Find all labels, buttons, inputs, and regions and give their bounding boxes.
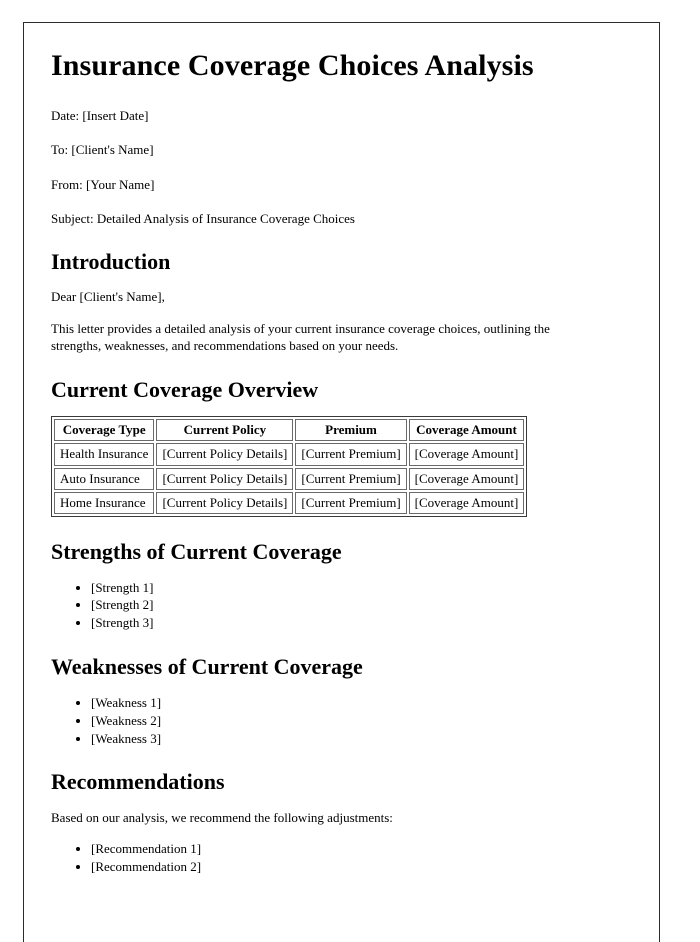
cell-coverage-amount: [Coverage Amount] — [408, 491, 525, 515]
section-heading-coverage-overview: Current Coverage Overview — [51, 376, 319, 402]
cell-coverage-amount: [Coverage Amount] — [408, 467, 525, 490]
list-item: [Strength 1] — [91, 579, 623, 597]
cell-coverage-type: Health Insurance — [54, 443, 155, 466]
section-heading-weaknesses: Weaknesses of Current Coverage — [51, 654, 363, 680]
page-title: Insurance Coverage Choices Analysis — [51, 49, 534, 82]
coverage-table-head: Coverage Type Current Policy Premium Cov… — [54, 419, 525, 442]
cell-premium: [Current Premium] — [295, 443, 407, 466]
table-header-row: Coverage Type Current Policy Premium Cov… — [54, 419, 525, 442]
coverage-table-body: Health Insurance [Current Policy Details… — [54, 443, 525, 515]
cell-coverage-type: Home Insurance — [54, 491, 155, 515]
cell-premium: [Current Premium] — [295, 491, 407, 515]
column-header-coverage-amount: Coverage Amount — [408, 419, 525, 442]
recommendations-list: [Recommendation 1] [Recommendation 2] — [51, 840, 623, 876]
list-item: [Strength 3] — [91, 614, 623, 632]
recommendations-intro: Based on our analysis, we recommend the … — [51, 809, 393, 825]
meta-recipient: To: [Client's Name] — [51, 142, 154, 158]
document-page: Insurance Coverage Choices Analysis Date… — [23, 22, 660, 942]
section-heading-recommendations: Recommendations — [51, 769, 225, 795]
list-item: [Weakness 3] — [91, 730, 623, 748]
table-row: Home Insurance [Current Policy Details] … — [54, 491, 525, 515]
list-item: [Recommendation 2] — [91, 858, 623, 876]
weaknesses-list: [Weakness 1] [Weakness 2] [Weakness 3] — [51, 694, 623, 748]
column-header-coverage-type: Coverage Type — [54, 419, 155, 442]
column-header-current-policy: Current Policy — [156, 419, 294, 442]
cell-current-policy: [Current Policy Details] — [156, 467, 294, 490]
column-header-premium: Premium — [295, 419, 407, 442]
table-row: Auto Insurance [Current Policy Details] … — [54, 467, 525, 490]
meta-date: Date: [Insert Date] — [51, 108, 149, 123]
cell-coverage-amount: [Coverage Amount] — [408, 443, 525, 466]
section-heading-introduction: Introduction — [51, 249, 171, 274]
coverage-table: Coverage Type Current Policy Premium Cov… — [51, 416, 528, 518]
salutation-text: Dear [Client's Name], — [51, 289, 165, 305]
strengths-list: [Strength 1] [Strength 2] [Strength 3] — [51, 579, 623, 633]
introduction-paragraph: This letter provides a detailed analysis… — [51, 320, 550, 354]
cell-current-policy: [Current Policy Details] — [156, 491, 294, 515]
list-item: [Recommendation 1] — [91, 840, 623, 858]
meta-subject: Subject: Detailed Analysis of Insurance … — [51, 210, 355, 226]
list-item: [Weakness 1] — [91, 694, 623, 712]
cell-current-policy: [Current Policy Details] — [156, 443, 294, 466]
list-item: [Strength 2] — [91, 596, 623, 614]
cell-premium: [Current Premium] — [295, 467, 407, 490]
document-body: Insurance Coverage Choices Analysis Date… — [24, 23, 659, 876]
meta-sender: From: [Your Name] — [51, 176, 155, 192]
list-item: [Weakness 2] — [91, 712, 623, 730]
table-row: Health Insurance [Current Policy Details… — [54, 443, 525, 466]
cell-coverage-type: Auto Insurance — [54, 467, 155, 490]
section-heading-strengths: Strengths of Current Coverage — [51, 539, 342, 565]
